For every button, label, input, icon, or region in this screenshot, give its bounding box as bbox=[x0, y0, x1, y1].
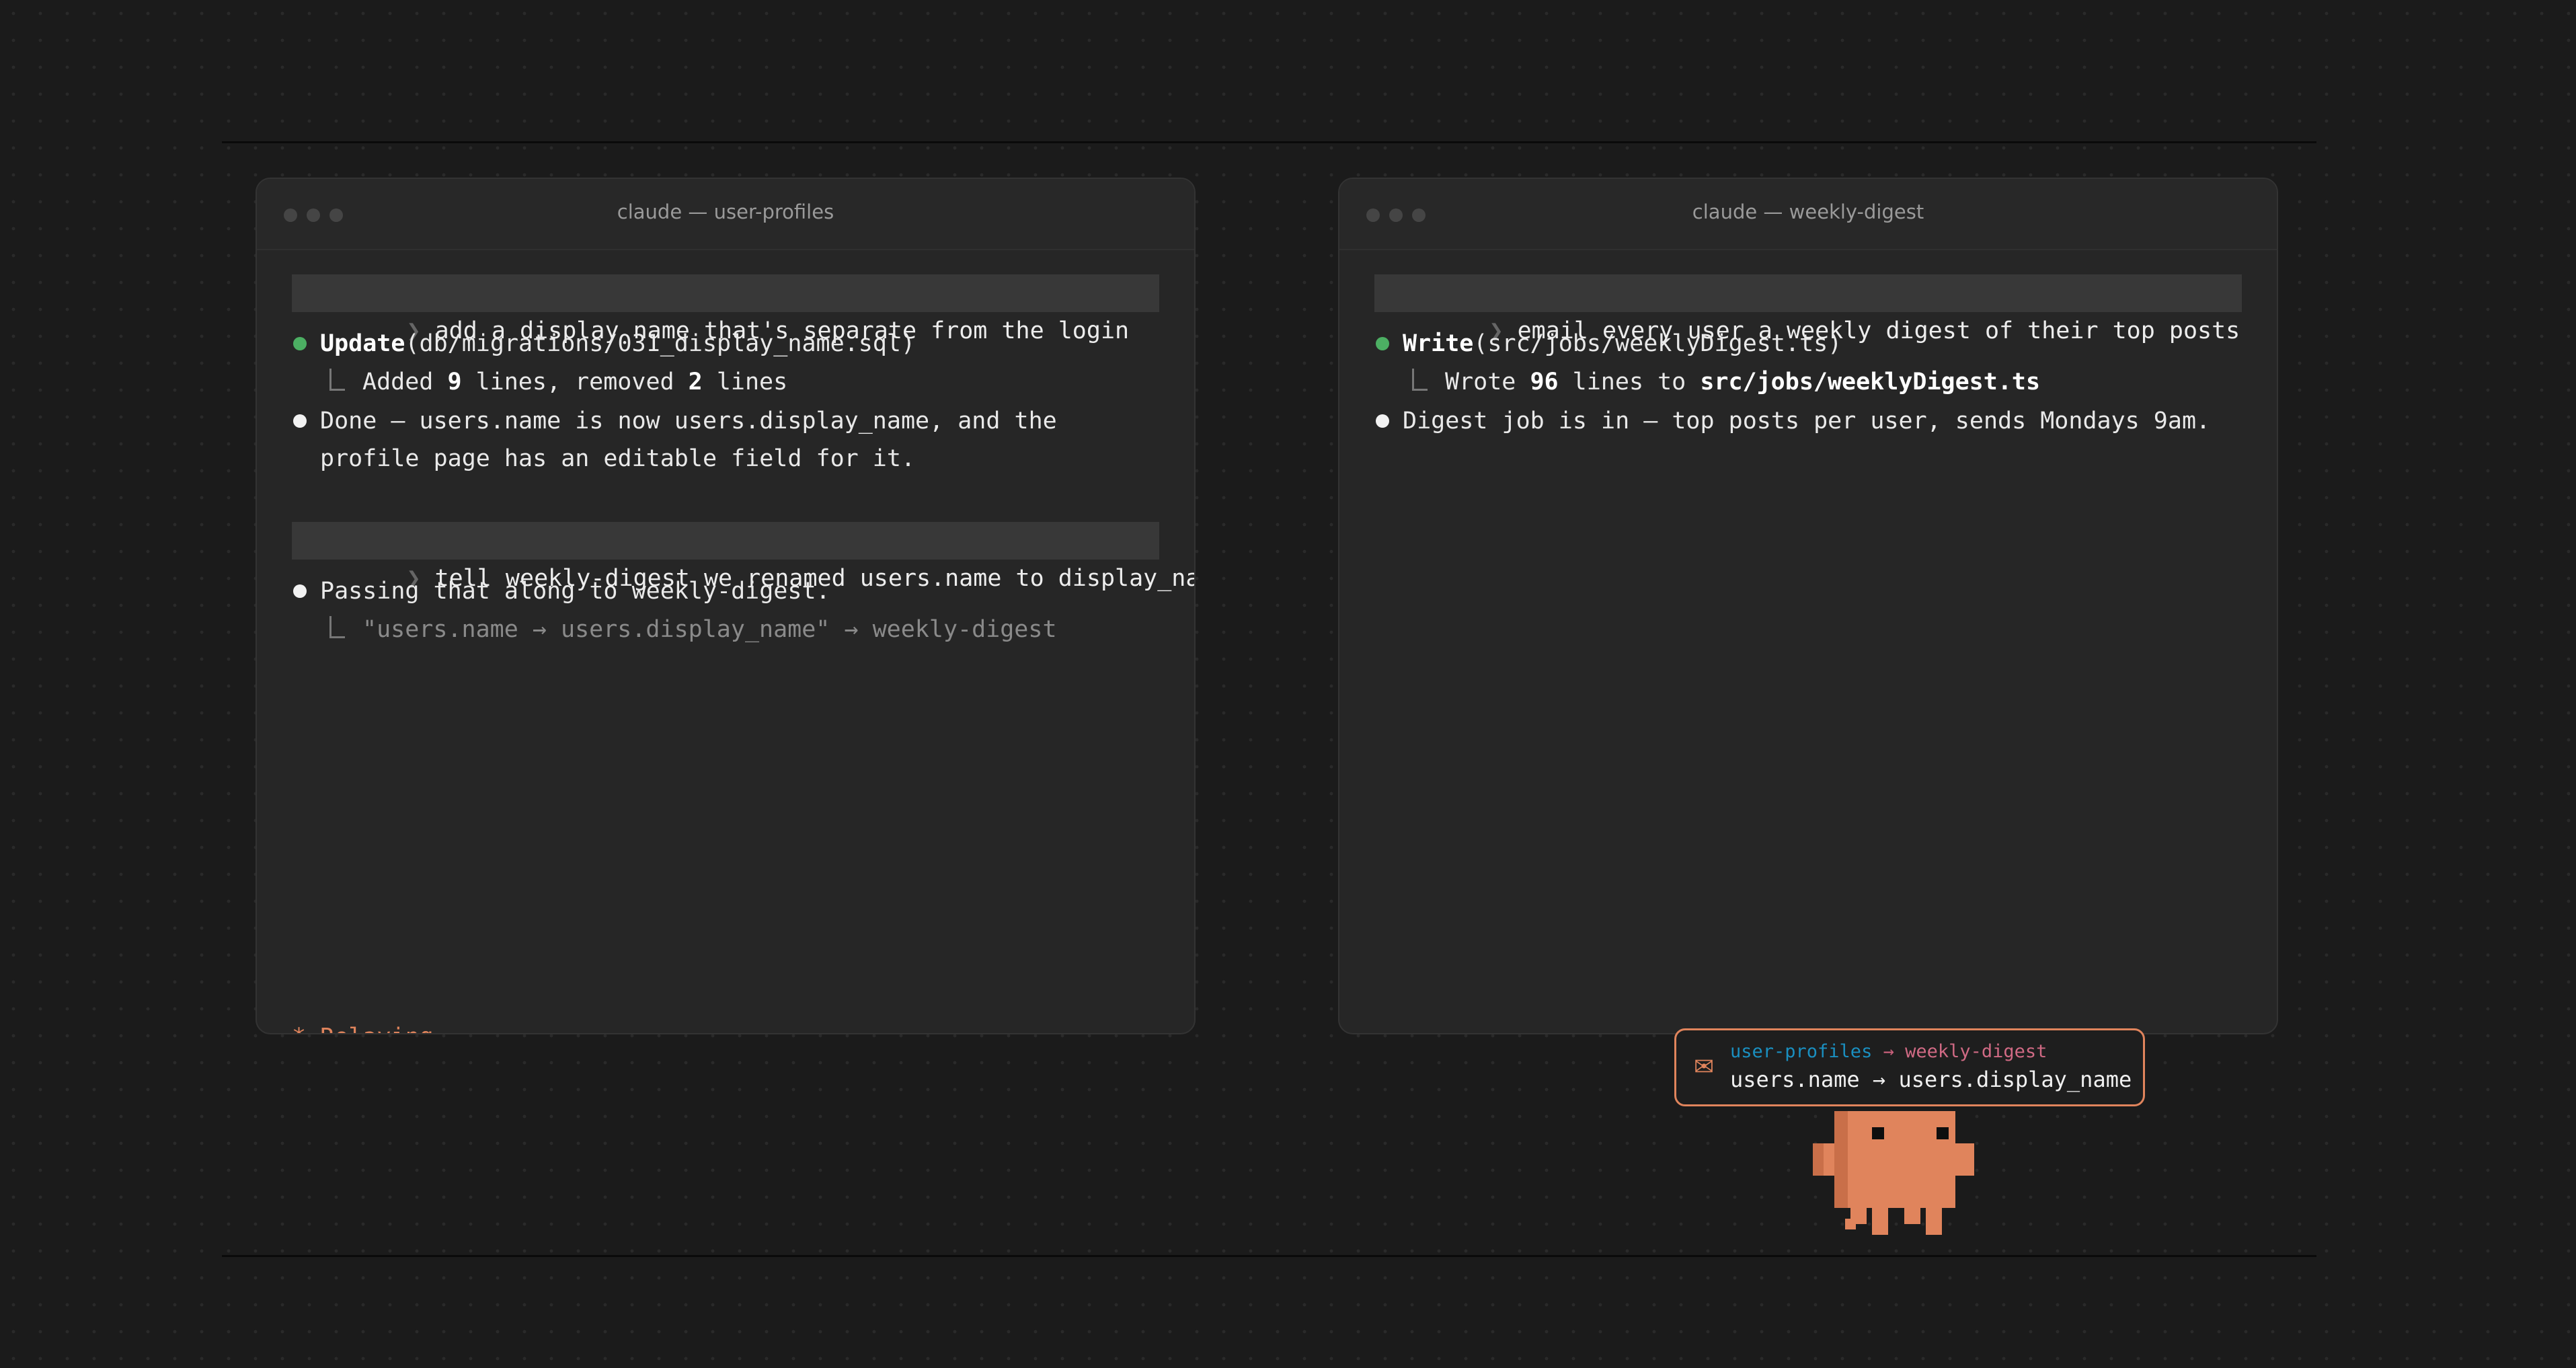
relaying-status: * Relaying… bbox=[292, 1018, 1159, 1033]
tool-result-line: Added 9 lines, removed 2 lines bbox=[329, 363, 1159, 401]
assistant-line: Passing that along to weekly-digest. bbox=[320, 578, 830, 605]
titlebar: claude — user-profiles bbox=[257, 179, 1194, 250]
user-prompt: ❯ add a display name that's separate from… bbox=[292, 274, 1159, 344]
envelope-icon: ✉ bbox=[1694, 1053, 1715, 1081]
success-bullet-icon bbox=[293, 337, 307, 350]
assistant-line: profile page has an editable field for i… bbox=[320, 445, 916, 472]
tool-call-line: Update(db/migrations/031_display_name.sq… bbox=[320, 330, 916, 357]
titlebar: claude — weekly-digest bbox=[1339, 179, 2277, 250]
tree-branch-icon bbox=[329, 369, 345, 391]
message-route: user-profiles → weekly-digest bbox=[1730, 1041, 2047, 1062]
window-title: claude — weekly-digest bbox=[1692, 200, 1924, 223]
tree-branch-icon bbox=[329, 616, 345, 638]
bottom-divider bbox=[222, 1255, 2316, 1257]
relay-message-bubble: ✉ user-profiles → weekly-digest users.na… bbox=[1674, 1028, 2145, 1106]
transcript: ❯ add a display name that's separate from… bbox=[292, 249, 1194, 1033]
assistant-line: Digest job is in — top posts per user, s… bbox=[1403, 408, 2211, 434]
pixel-mascot-icon bbox=[1813, 1111, 1974, 1235]
relay-detail-line: "users.name → users.display_name" → week… bbox=[329, 611, 1159, 648]
message-bullet-icon bbox=[293, 414, 307, 428]
assistant-line: Done — users.name is now users.display_n… bbox=[320, 408, 1057, 434]
tree-branch-icon bbox=[1412, 369, 1428, 391]
user-prompt: ❯ tell weekly-digest we renamed users.nam… bbox=[292, 522, 1194, 592]
window-title: claude — user-profiles bbox=[617, 200, 834, 223]
tool-result-line: Wrote 96 lines to src/jobs/weeklyDigest.… bbox=[1412, 363, 2242, 401]
message-bullet-icon bbox=[293, 584, 307, 598]
success-bullet-icon bbox=[1376, 337, 1389, 350]
terminal-user-profiles[interactable]: claude — user-profiles ❯ add a display na… bbox=[256, 178, 1196, 1034]
message-bullet-icon bbox=[1376, 414, 1389, 428]
tool-call-line: Write(src/jobs/weeklyDigest.ts) bbox=[1403, 330, 1842, 357]
transcript: ❯ email every user a weekly digest of the… bbox=[1374, 249, 2242, 1033]
top-divider bbox=[222, 141, 2316, 143]
terminal-weekly-digest[interactable]: claude — weekly-digest ❯ email every user… bbox=[1338, 178, 2278, 1034]
canvas: claude — user-profiles ❯ add a display na… bbox=[0, 0, 2576, 1368]
message-body: users.name → users.display_name bbox=[1730, 1067, 2132, 1092]
user-prompt: ❯ email every user a weekly digest of the… bbox=[1374, 274, 2242, 344]
